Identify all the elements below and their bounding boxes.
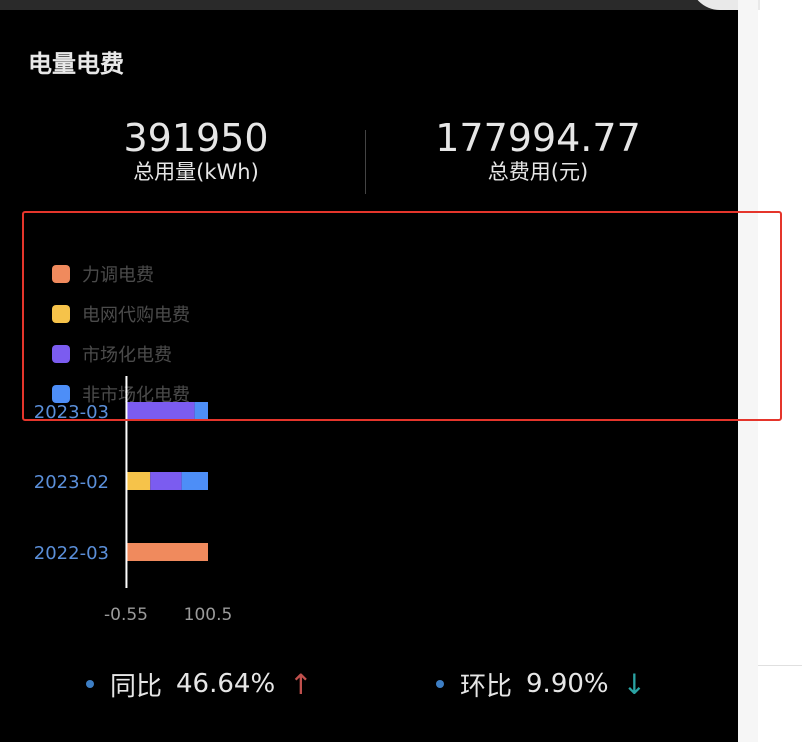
bar-segment[interactable] [126, 472, 151, 490]
mom-indicator: 环比 9.90% ↓ [436, 664, 646, 704]
arrow-up-icon: ↑ [289, 667, 313, 701]
yoy-label: 同比 [110, 671, 163, 702]
mom-label: 环比 [460, 671, 513, 702]
bar-segment[interactable] [126, 543, 208, 561]
y-tick-label: 2022-03 [34, 543, 109, 564]
x-tick-label: 100.5 [184, 605, 233, 625]
x-tick-label: -0.55 [104, 605, 148, 625]
bullet-dot [436, 680, 444, 688]
mom-value: 9.90% [526, 669, 609, 699]
arrow-down-icon: ↓ [622, 667, 647, 701]
y-tick-label: 2023-03 [34, 402, 109, 423]
stacked-bar-chart: 2023-03 2023-02 2022-03 -0.55 100.5 [34, 376, 233, 625]
bar-segment[interactable] [150, 472, 182, 490]
yoy-indicator: 同比 46.64% ↑ [86, 664, 313, 704]
y-tick-label: 2023-02 [34, 472, 109, 493]
bar-segment[interactable] [194, 402, 208, 420]
yoy-value: 46.64% [176, 669, 276, 699]
bullet-dot [86, 680, 94, 688]
bar-segment[interactable] [126, 402, 195, 420]
bar-segment[interactable] [181, 472, 208, 490]
